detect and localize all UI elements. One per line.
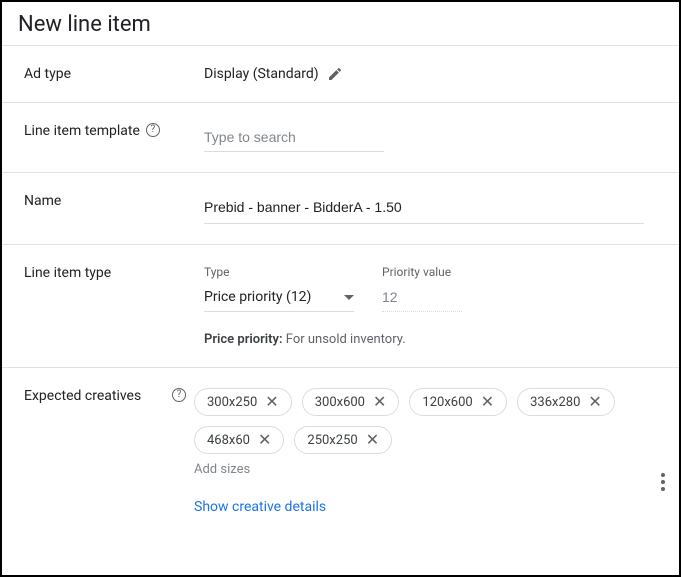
panel-header: New line item (2, 2, 679, 45)
label-line-item-type: Line item type (24, 265, 204, 347)
chip-label: 468x60 (207, 433, 250, 448)
type-select[interactable]: Price priority (12) (204, 285, 354, 312)
row-template: Line item template ? (2, 103, 679, 172)
help-icon[interactable]: ? (172, 388, 186, 402)
size-chips: 300x250✕300x600✕120x600✕336x280✕468x60✕2… (194, 388, 659, 454)
size-chip[interactable]: 300x600 ✕ (302, 388, 400, 416)
label-template: Line item template (24, 123, 140, 139)
label-name: Name (24, 193, 204, 224)
row-ad-type: Ad type Display (Standard) (2, 46, 679, 102)
chevron-down-icon (344, 295, 354, 300)
priority-field-label: Priority value (382, 265, 462, 279)
close-icon[interactable]: ✕ (588, 394, 601, 410)
size-chip[interactable]: 336x280 ✕ (517, 388, 615, 416)
chip-label: 300x600 (315, 395, 365, 410)
page-title: New line item (18, 12, 663, 37)
help-icon[interactable]: ? (146, 123, 160, 137)
label-expected-creatives: Expected creatives (24, 388, 141, 404)
type-field-label: Type (204, 265, 354, 279)
add-sizes-hint[interactable]: Add sizes (194, 462, 659, 477)
close-icon[interactable]: ✕ (366, 432, 379, 448)
kebab-menu-icon[interactable] (655, 467, 671, 497)
pencil-icon[interactable] (327, 66, 343, 82)
type-desc-bold: Price priority: (204, 332, 283, 347)
size-chip[interactable]: 120x600 ✕ (409, 388, 507, 416)
type-description: Price priority: For unsold inventory. (204, 332, 659, 347)
chip-label: 250x250 (307, 433, 357, 448)
priority-input[interactable] (382, 285, 462, 312)
chip-label: 336x280 (530, 395, 580, 410)
show-creative-details-link[interactable]: Show creative details (194, 499, 659, 515)
chip-label: 300x250 (207, 395, 257, 410)
type-select-value: Price priority (12) (204, 289, 311, 305)
ad-type-value: Display (Standard) (204, 66, 319, 82)
size-chip[interactable]: 250x250 ✕ (294, 426, 392, 454)
size-chip[interactable]: 300x250 ✕ (194, 388, 292, 416)
label-ad-type: Ad type (24, 66, 204, 82)
size-chip[interactable]: 468x60 ✕ (194, 426, 284, 454)
type-desc-text: For unsold inventory. (283, 332, 406, 347)
chip-label: 120x600 (422, 395, 472, 410)
close-icon[interactable]: ✕ (258, 432, 271, 448)
close-icon[interactable]: ✕ (265, 394, 278, 410)
close-icon[interactable]: ✕ (373, 394, 386, 410)
row-line-item-type: Line item type Type Price priority (12) … (2, 245, 679, 367)
template-search-input[interactable] (204, 123, 384, 152)
name-input[interactable] (204, 193, 644, 224)
row-expected-creatives: Expected creatives ? 300x250✕300x600✕120… (2, 368, 679, 535)
row-name: Name (2, 173, 679, 244)
close-icon[interactable]: ✕ (481, 394, 494, 410)
